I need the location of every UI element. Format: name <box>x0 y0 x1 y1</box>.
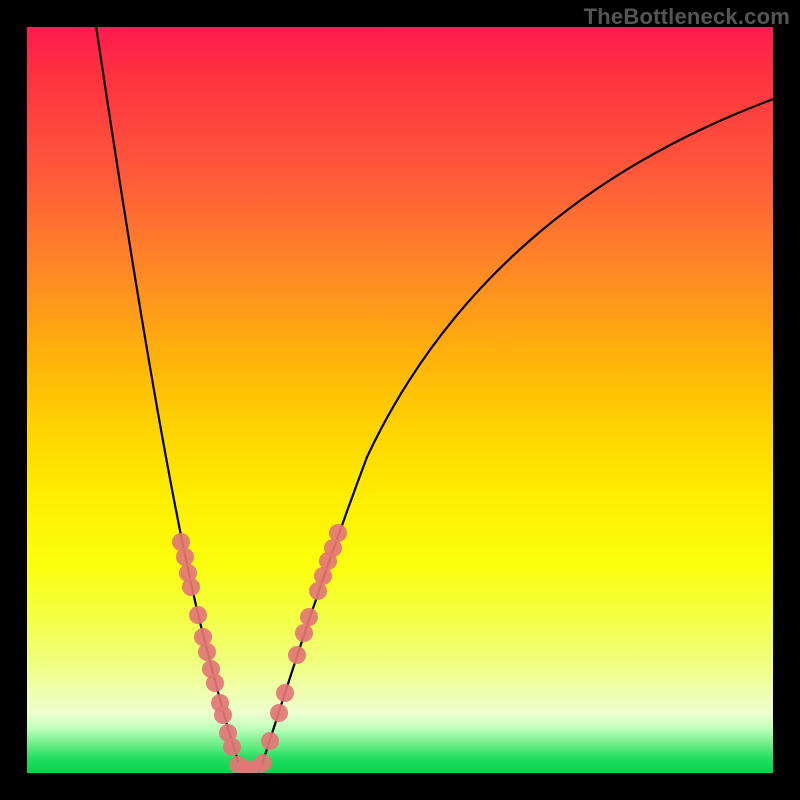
data-marker <box>295 624 313 642</box>
data-marker <box>288 646 306 664</box>
data-marker <box>214 706 232 724</box>
data-marker <box>182 578 200 596</box>
data-marker <box>223 738 241 756</box>
data-marker <box>270 704 288 722</box>
marker-group <box>172 524 347 773</box>
chart-frame: TheBottleneck.com <box>0 0 800 800</box>
watermark-text: TheBottleneck.com <box>584 4 790 30</box>
data-marker <box>300 608 318 626</box>
data-marker <box>189 606 207 624</box>
plot-area <box>27 27 773 773</box>
chart-svg <box>27 27 773 773</box>
curve-group <box>95 27 773 773</box>
curve-right-curve <box>259 97 773 773</box>
data-marker <box>198 643 216 661</box>
data-marker <box>206 674 224 692</box>
data-marker <box>261 732 279 750</box>
data-marker <box>276 684 294 702</box>
data-marker <box>329 524 347 542</box>
data-marker <box>254 754 272 772</box>
data-marker <box>176 548 194 566</box>
curve-left-curve <box>95 27 243 773</box>
